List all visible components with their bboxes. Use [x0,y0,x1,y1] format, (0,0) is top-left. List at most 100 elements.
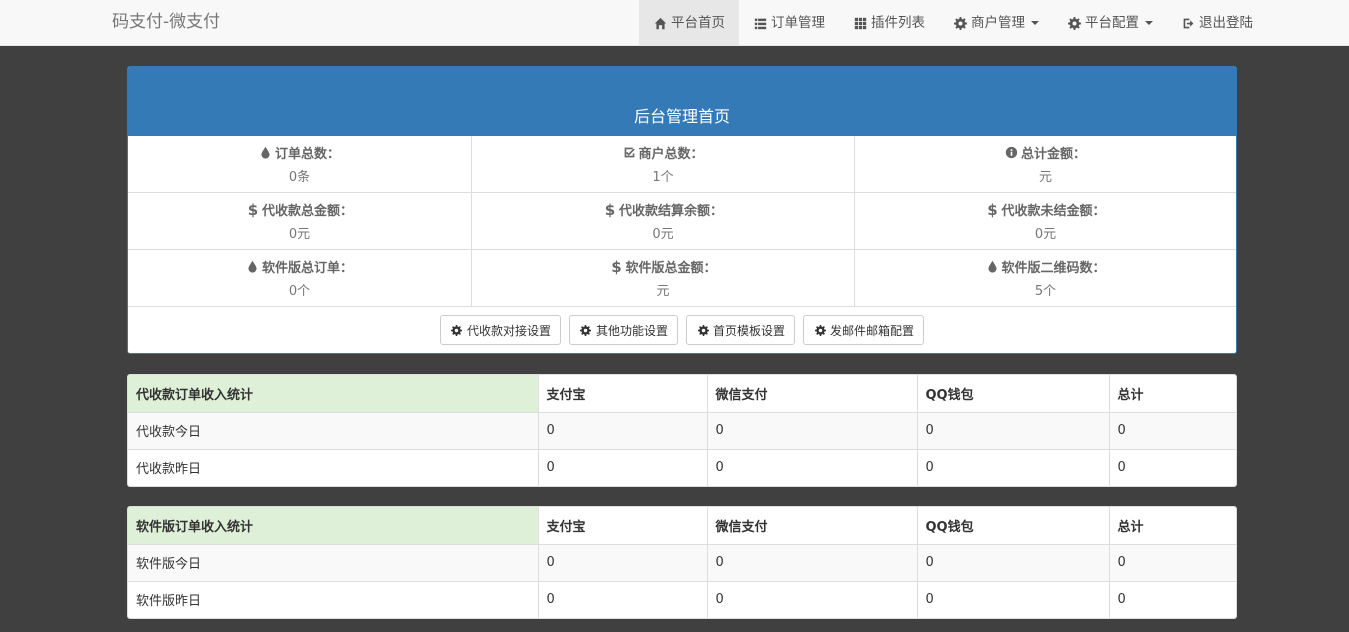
table-header: 总计 [1117,387,1144,403]
table-header: QQ钱包 [917,375,1110,412]
chevron-down-icon [1145,21,1153,25]
stat-label: 代收款总金额： [261,204,353,219]
button-label: 首页模板设置 [713,323,786,338]
nav-platform-config[interactable]: 平台配置 [1053,0,1167,46]
gear-icon [813,323,827,337]
dollar-icon: $ [611,257,622,276]
stat-software-amount: $ 软件版总金额： 元 [472,250,855,307]
table-cell: 0 [538,543,708,581]
droplet-icon [259,146,273,160]
table-cell: 0 [917,411,1110,449]
table-header: QQ钱包 [917,507,1110,544]
table-header: 软件版订单收入统计 [128,507,539,544]
table-cell: 0 [707,543,918,581]
stat-label: 代收款结算余额： [618,204,723,219]
gear-icon [953,16,967,30]
nav-home[interactable]: 平台首页 [639,0,739,46]
gear-icon [450,323,464,337]
main-nav: 平台首页 订单管理 插件列表 商户管理 平台配置 退出登陆 [639,0,1267,46]
droplet-icon [246,260,260,274]
brand-title[interactable]: 码支付-微支付 [112,0,220,46]
table-header: 微信支付 [707,507,918,544]
table-header: 总计 [1117,519,1144,535]
stats-grid: 订单总数： 0条 商户总数： 1个 总计金额： 元 $ 代收款总金额： 0元 $ 代… [128,136,1236,307]
nav-platform-config-label: 平台配置 [1085,15,1139,31]
info-icon [1005,146,1019,160]
gear-icon [579,323,593,337]
stat-collect-balance: $ 代收款结算余额： 0元 [472,193,855,250]
button-label: 其他功能设置 [595,323,668,338]
stat-total-amount: 总计金额： 元 [855,136,1236,193]
stat-software-orders: 软件版总订单： 0个 [128,250,472,307]
stat-value: 0元 [288,227,311,242]
droplet-icon [985,260,999,274]
table-header: 代收款订单收入统计 [128,375,539,412]
table-cell: 代收款昨日 [128,448,539,486]
stat-collect-unsettled: $ 代收款未结金额： 0元 [855,193,1236,250]
table-cell: 0 [538,448,708,486]
stat-value: 0元 [1034,227,1057,242]
table-cell: 0 [707,411,918,449]
collect-integration-settings-button[interactable]: 代收款对接设置 [439,315,561,345]
stat-value: 0个 [288,284,311,299]
table-cell: 0 [707,448,918,486]
table-row: 软件版今日 0 0 0 0 [128,543,1236,581]
dollar-icon: $ [604,200,616,219]
table-header-row: 代收款订单收入统计 支付宝 微信支付 QQ钱包 总计 [128,375,1236,412]
homepage-template-settings-button[interactable]: 首页模板设置 [686,315,796,345]
stat-value: 5个 [1034,284,1057,299]
table-row: 代收款昨日 0 0 0 0 [128,448,1236,486]
stat-merchant-total: 商户总数： 1个 [472,136,855,193]
table-cell: 软件版昨日 [128,580,539,618]
nav-logout-label: 退出登陆 [1199,15,1253,31]
list-icon [753,16,767,30]
button-label: 代收款对接设置 [466,323,551,338]
stat-label: 总计金额： [1020,147,1086,162]
home-icon [653,16,667,30]
gear-icon [1067,16,1081,30]
other-function-settings-button[interactable]: 其他功能设置 [568,315,678,345]
table-cell: 0 [1109,543,1236,581]
top-navbar: 码支付-微支付 平台首页 订单管理 插件列表 商户管理 平台配置 退出登陆 [0,0,1349,46]
table-cell: 0 [1109,448,1236,486]
nav-orders-label: 订单管理 [771,15,825,31]
table-cell: 0 [1109,411,1236,449]
chevron-down-icon [1031,21,1039,25]
stat-collect-total: $ 代收款总金额： 0元 [128,193,472,250]
table-header: 支付宝 [538,375,708,412]
dollar-icon: $ [247,200,259,219]
table-cell: 0 [917,580,1110,618]
stat-value: 元 [1038,170,1052,185]
logout-icon [1181,16,1195,30]
table-cell: 代收款今日 [128,411,539,449]
table-cell: 0 [707,580,918,618]
table-cell: 0 [538,411,708,449]
table-cell: 软件版今日 [128,543,539,581]
stat-value: 1个 [652,170,674,185]
nav-merchants[interactable]: 商户管理 [939,0,1053,46]
nav-plugins[interactable]: 插件列表 [839,0,939,46]
table-header: 微信支付 [707,375,918,412]
stat-label: 订单总数： [274,147,340,162]
button-label: 发邮件邮箱配置 [830,323,915,338]
stat-label: 软件版总订单： [261,261,353,276]
table-cell: 0 [538,580,708,618]
table-cell: 0 [917,543,1110,581]
dollar-icon: $ [987,200,998,219]
panel-title: 后台管理首页 [128,67,1236,136]
nav-orders[interactable]: 订单管理 [739,0,839,46]
nav-plugins-label: 插件列表 [871,15,925,31]
stat-value: 0条 [288,170,311,185]
nav-logout[interactable]: 退出登陆 [1167,0,1267,46]
email-config-button[interactable]: 发邮件邮箱配置 [803,315,925,345]
stat-value: 元 [656,284,670,299]
stat-label: 商户总数： [638,147,704,162]
software-income-table: 软件版订单收入统计 支付宝 微信支付 QQ钱包 总计 软件版今日 0 0 0 0… [127,506,1237,619]
settings-buttons: 代收款对接设置 其他功能设置 首页模板设置 发邮件邮箱配置 [128,307,1236,353]
nav-home-label: 平台首页 [671,15,725,31]
stat-label: 代收款未结金额： [1001,204,1106,219]
table-cell: 0 [917,448,1110,486]
stat-label: 软件版总金额： [625,261,717,276]
stat-order-total: 订单总数： 0条 [128,136,472,193]
grid-icon [853,16,867,30]
